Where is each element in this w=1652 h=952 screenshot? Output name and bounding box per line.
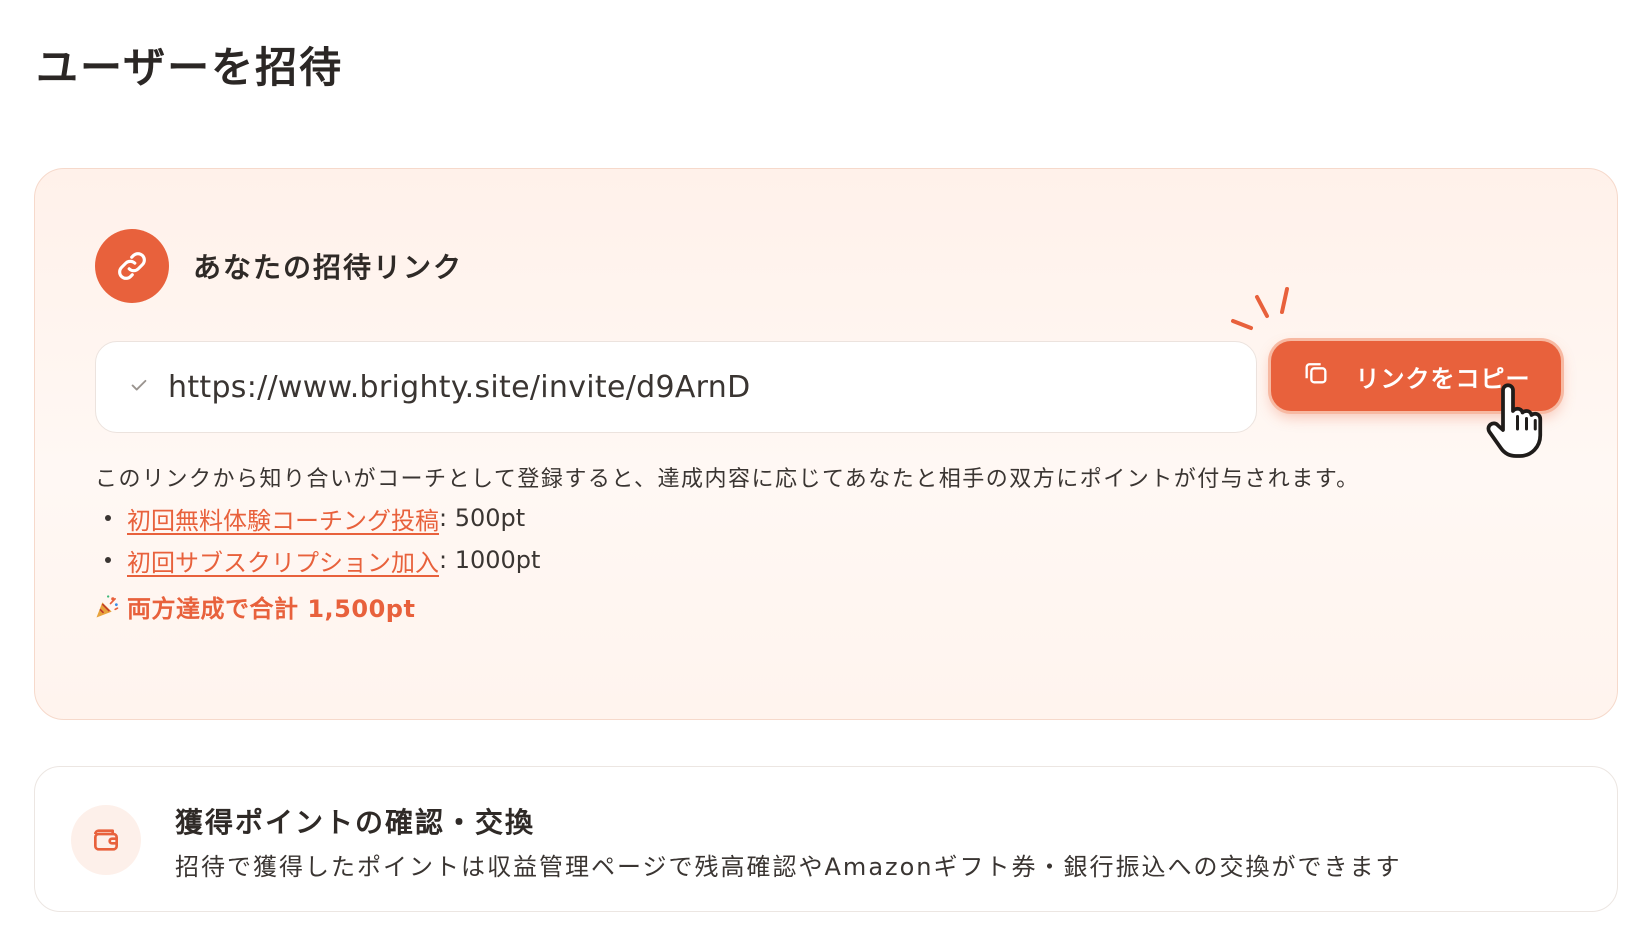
reward-value: : 500pt	[439, 504, 526, 532]
total-points: 両方達成で合計 1,500pt	[93, 589, 415, 624]
invite-card-header: あなたの招待リンク	[95, 229, 463, 303]
invite-url-text: https://www.brighty.site/invite/d9ArnD	[168, 369, 751, 405]
list-item: 初回無料体験コーチング投稿 : 500pt	[105, 497, 540, 539]
party-popper-icon	[96, 594, 119, 617]
list-item: 初回サブスクリプション加入 : 1000pt	[105, 539, 540, 581]
wallet-icon	[71, 805, 141, 875]
reward-value: : 1000pt	[439, 546, 541, 574]
check-icon	[128, 374, 150, 400]
points-card-title: 獲得ポイントの確認・交換	[175, 806, 536, 839]
total-points-text: 両方達成で合計 1,500pt	[127, 595, 416, 623]
reward-link-subscription[interactable]: 初回サブスクリプション加入	[127, 543, 439, 578]
bullet	[105, 515, 111, 521]
pointer-hand-icon	[1486, 383, 1543, 458]
points-exchange-card[interactable]: 獲得ポイントの確認・交換 招待で獲得したポイントは収益管理ページで残高確認やAm…	[34, 766, 1618, 912]
invite-link-card: あなたの招待リンク https://www.brighty.site/invit…	[34, 168, 1618, 720]
reward-list: 初回無料体験コーチング投稿 : 500pt 初回サブスクリプション加入 : 10…	[105, 497, 540, 581]
bullet	[105, 557, 111, 563]
invite-description: このリンクから知り合いがコーチとして登録すると、達成内容に応じてあなたと相手の双…	[95, 467, 1360, 492]
invite-card-title: あなたの招待リンク	[193, 251, 464, 284]
copy-icon	[1302, 359, 1330, 393]
reward-link-trial[interactable]: 初回無料体験コーチング投稿	[127, 501, 439, 536]
page-title: ユーザーを招待	[36, 43, 344, 92]
points-card-description: 招待で獲得したポイントは収益管理ページで残高確認やAmazonギフト券・銀行振込…	[175, 853, 1402, 881]
link-icon	[95, 229, 169, 303]
invite-url-field[interactable]: https://www.brighty.site/invite/d9ArnD	[95, 341, 1257, 433]
sparkle-icon	[1231, 287, 1289, 330]
